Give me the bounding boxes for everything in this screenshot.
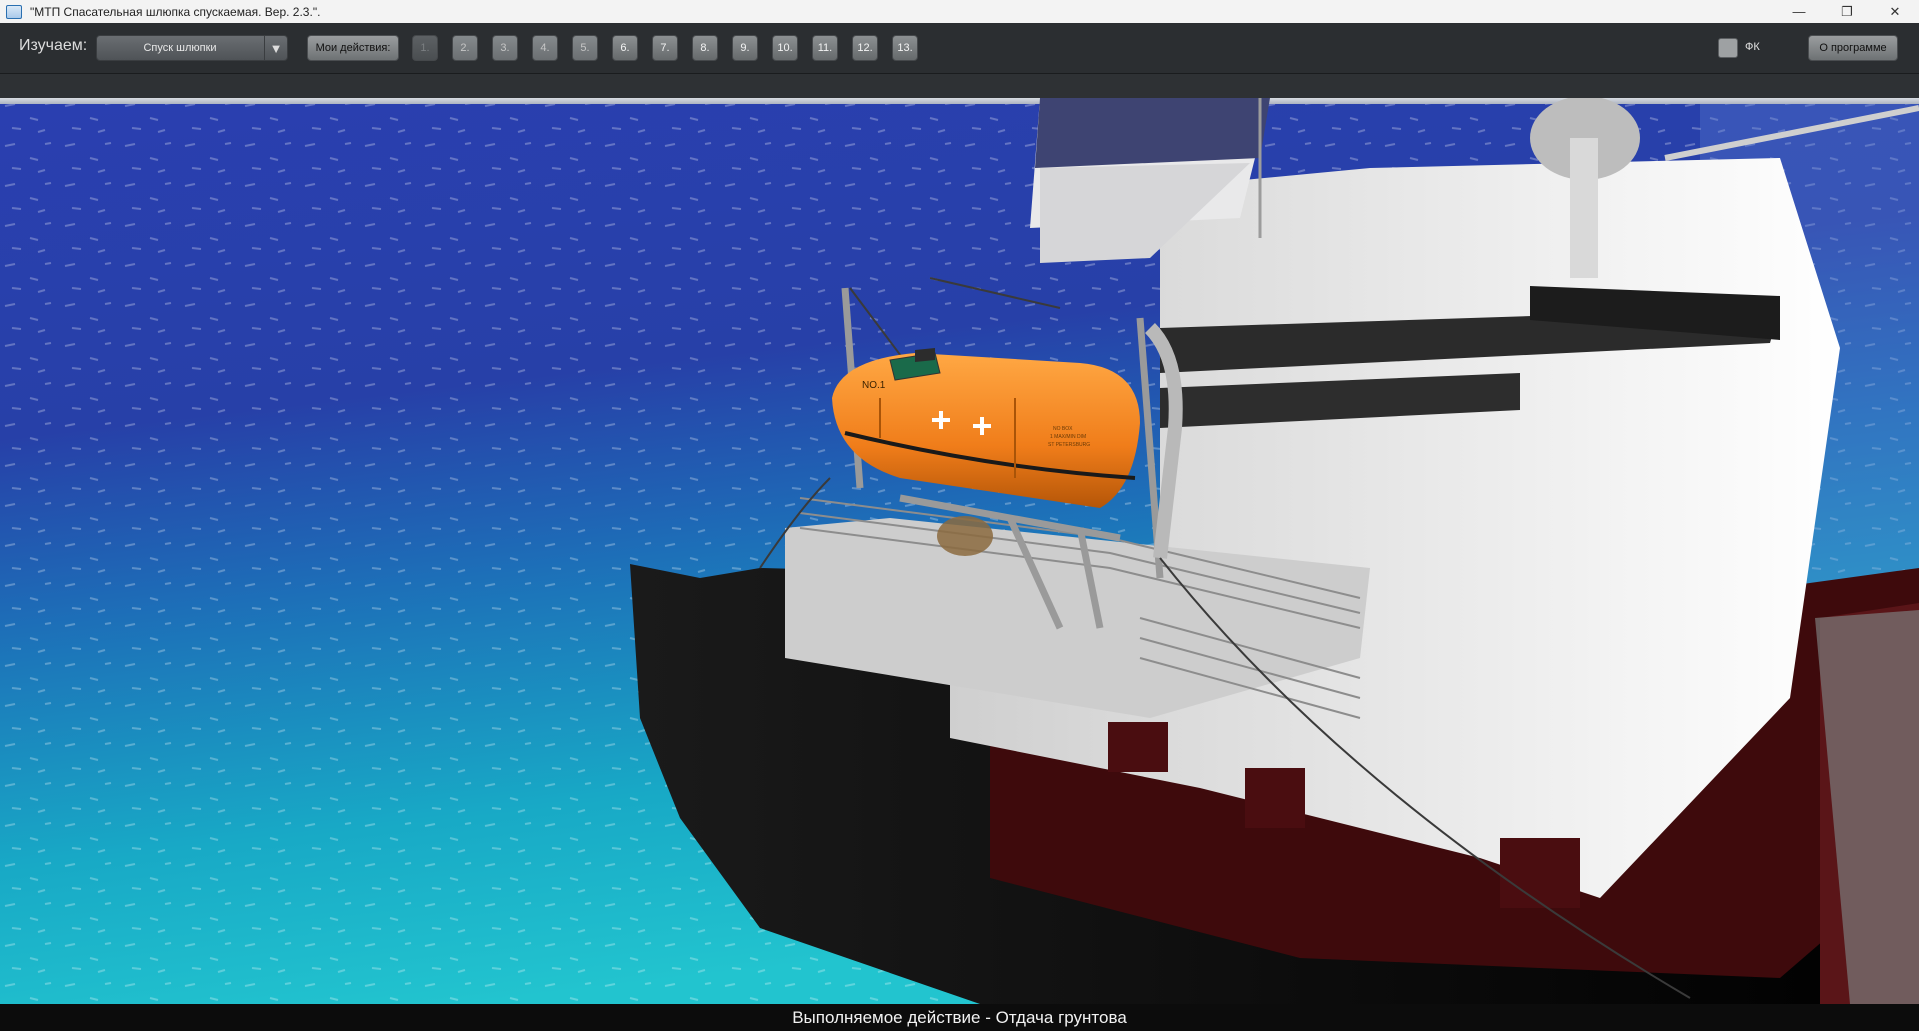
app-toolbar: Изучаем: Спуск шлюпки ▼ Мои действия: 1.… [0,23,1919,74]
step-button-4[interactable]: 4. [532,35,558,61]
hull-panel [1500,838,1580,908]
step-button-12[interactable]: 12. [852,35,878,61]
step-button-3[interactable]: 3. [492,35,518,61]
fk-checkbox[interactable] [1718,38,1738,58]
fk-checkbox-label: ФК [1745,41,1760,53]
maximize-button[interactable]: ❐ [1823,0,1871,23]
step-button-2[interactable]: 2. [452,35,478,61]
step-button-11[interactable]: 11. [812,35,838,61]
step-button-13[interactable]: 13. [892,35,918,61]
studying-label: Изучаем: [19,37,88,54]
scene-canvas: NO.1 NO BOX 1 MAX/MIN DIM ST PETERSBURG [0,98,1919,1004]
hull-panel [1108,722,1168,772]
step-button-8[interactable]: 8. [692,35,718,61]
window-title: "МТП Спасательная шлюпка спускаемая. Вер… [30,4,321,19]
step-button-9[interactable]: 9. [732,35,758,61]
step-button-5[interactable]: 5. [572,35,598,61]
status-bar: Выполняемое действие - Отдача грунтова [0,1004,1919,1031]
step-button-6[interactable]: 6. [612,35,638,61]
close-button[interactable]: ✕ [1871,0,1919,23]
hull-panel [1245,768,1305,828]
step-button-1[interactable]: 1. [412,35,438,61]
lifeboat-number: NO.1 [862,380,886,391]
window-controls: — ❐ ✕ [1775,0,1919,23]
topic-select-value: Спуск шлюпки [143,42,217,54]
topic-select[interactable]: Спуск шлюпки ▼ [96,35,288,61]
my-actions-button[interactable]: Мои действия: [307,35,399,61]
about-button[interactable]: О программе [1808,35,1898,61]
app-icon [6,4,22,19]
funnel-band [1035,98,1270,168]
svg-text:ST PETERSBURG: ST PETERSBURG [1048,442,1090,448]
mast-pole [1570,138,1598,278]
step-button-7[interactable]: 7. [652,35,678,61]
toolbar-bottom-strip [0,74,1919,98]
lifeboat-hatch [915,348,935,362]
svg-text:1 MAX/MIN DIM: 1 MAX/MIN DIM [1050,434,1086,440]
svg-text:NO BOX: NO BOX [1053,426,1073,432]
current-action-text: Выполняемое действие - Отдача грунтова [792,1007,1127,1027]
boarding-net [937,516,993,556]
scene-viewport[interactable]: NO.1 NO BOX 1 MAX/MIN DIM ST PETERSBURG [0,98,1919,1004]
minimize-button[interactable]: — [1775,0,1823,23]
chevron-down-icon[interactable]: ▼ [264,36,287,60]
window-title-bar: "МТП Спасательная шлюпка спускаемая. Вер… [0,0,1919,23]
step-button-10[interactable]: 10. [772,35,798,61]
